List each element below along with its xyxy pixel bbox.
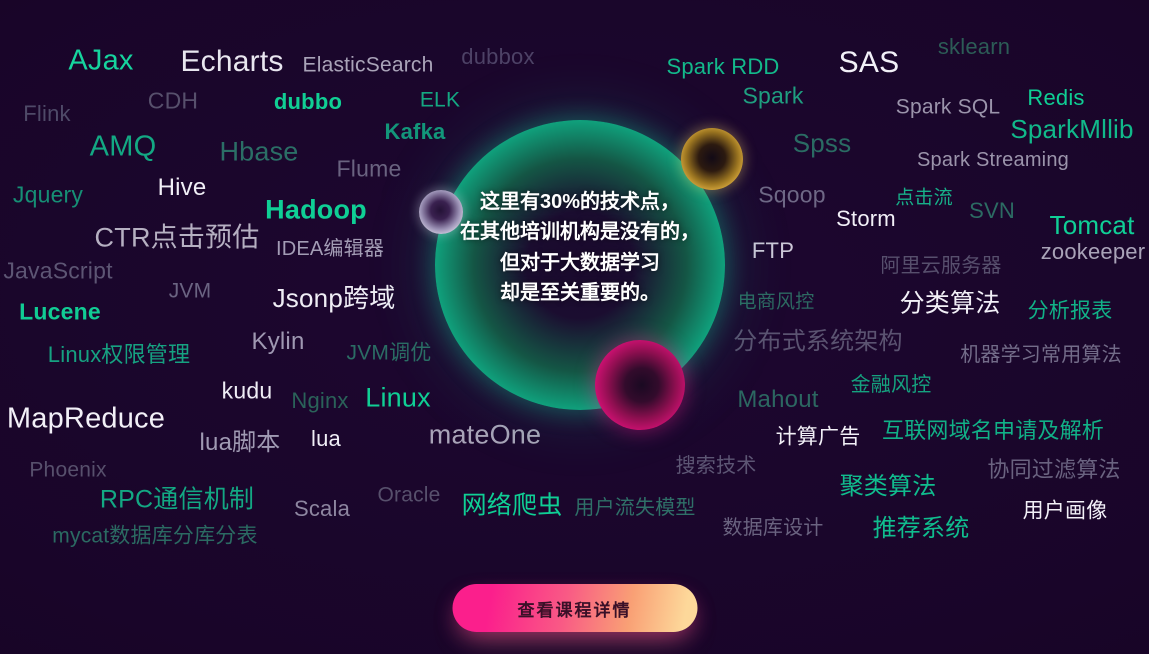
cloud-word[interactable]: IDEA编辑器	[276, 239, 384, 259]
cloud-word[interactable]: 点击流	[895, 189, 953, 208]
bubble-headline-line: 但对于大数据学习	[500, 252, 660, 274]
cloud-word[interactable]: 推荐系统	[873, 517, 970, 541]
cloud-word[interactable]: 金融风控	[851, 375, 932, 395]
cloud-word[interactable]: CTR点击预估	[95, 224, 260, 252]
cloud-word[interactable]: JavaScript	[3, 259, 112, 283]
cloud-word[interactable]: Spark RDD	[666, 56, 779, 78]
cloud-word[interactable]: Kylin	[251, 330, 304, 354]
bubble-headline-line: 在其他培训机构是没有的，	[460, 221, 700, 244]
cloud-word[interactable]: Flink	[23, 103, 70, 125]
cloud-word[interactable]: AMQ	[90, 132, 157, 162]
cloud-word[interactable]: Tomcat	[1049, 212, 1134, 238]
cta-container: 查看课程详情	[452, 584, 697, 632]
cloud-word[interactable]: Hive	[158, 176, 207, 200]
cloud-word[interactable]: dubbo	[274, 91, 342, 113]
cloud-word[interactable]: lua脚本	[199, 431, 280, 455]
cloud-word[interactable]: Linux权限管理	[48, 344, 190, 366]
cloud-word[interactable]: 互联网域名申请及解析	[882, 420, 1104, 442]
cloud-word[interactable]: SVN	[969, 200, 1015, 222]
view-course-detail-button[interactable]: 查看课程详情	[452, 584, 697, 632]
cloud-word[interactable]: dubbox	[461, 46, 534, 68]
bubble-headline-line: 却是至关重要的。	[500, 282, 660, 305]
cloud-word[interactable]: 用户画像	[1023, 501, 1108, 522]
cloud-word[interactable]: Linux	[365, 384, 431, 412]
cloud-word[interactable]: 分析报表	[1028, 301, 1113, 322]
skill-cloud-banner: AJax Echarts ElasticSearch dubbox Spark RDD S…	[0, 0, 1149, 654]
cloud-word[interactable]: Spark SQL	[896, 97, 1001, 118]
cloud-word[interactable]: Nginx	[291, 390, 348, 412]
cloud-word[interactable]: 分类算法	[900, 291, 1001, 317]
cloud-word[interactable]: Sqoop	[758, 183, 826, 207]
cloud-word[interactable]: kudu	[222, 379, 273, 403]
cloud-word[interactable]: Oracle	[377, 485, 440, 506]
cloud-word[interactable]: AJax	[68, 46, 133, 76]
cloud-word[interactable]: 搜索技术	[676, 456, 757, 476]
cloud-word[interactable]: FTP	[752, 240, 794, 262]
cloud-word[interactable]: SparkMllib	[1010, 116, 1133, 142]
bubble-headline-line: 这里有30%的技术点，	[479, 191, 681, 214]
cloud-word[interactable]: 计算广告	[776, 427, 861, 448]
cloud-word[interactable]: 协同过滤算法	[987, 459, 1120, 481]
cloud-word[interactable]: 电商风控	[738, 293, 815, 312]
cloud-word[interactable]: Mahout	[737, 388, 818, 412]
pink-bubble	[595, 340, 685, 430]
cloud-word[interactable]: 数据库设计	[723, 518, 824, 538]
cloud-word[interactable]: Spss	[793, 130, 852, 156]
bubble-headline: 这里有30%的技术点， 在其他培训机构是没有的， 但对于大数据学习 却是至关重要的。	[450, 187, 710, 309]
cloud-word[interactable]: JVM	[169, 281, 212, 302]
cloud-word[interactable]: ElasticSearch	[303, 55, 434, 76]
cloud-word[interactable]: mycat数据库分库分表	[52, 526, 257, 547]
cloud-word[interactable]: 分布式系统架构	[733, 330, 902, 354]
cloud-word[interactable]: mateOne	[429, 421, 541, 449]
cloud-word[interactable]: Spark	[742, 84, 803, 108]
cloud-word[interactable]: Flume	[337, 157, 402, 181]
cloud-word[interactable]: Jquery	[13, 183, 83, 207]
cloud-word[interactable]: zookeeper	[1041, 241, 1146, 263]
cloud-word[interactable]: 机器学习常用算法	[960, 345, 1122, 365]
cloud-word[interactable]: Scala	[294, 498, 350, 520]
cloud-word[interactable]: CDH	[148, 89, 198, 113]
cloud-word[interactable]: lua	[311, 428, 341, 450]
cloud-word[interactable]: Storm	[836, 208, 896, 230]
cloud-word[interactable]: SAS	[839, 48, 900, 78]
cloud-word[interactable]: Jsonp跨域	[273, 285, 396, 311]
cloud-word[interactable]: Spark Streaming	[917, 150, 1069, 170]
cloud-word[interactable]: Echarts	[180, 47, 283, 77]
cloud-word[interactable]: 聚类算法	[840, 475, 937, 499]
cloud-word[interactable]: JVM调优	[347, 343, 432, 364]
cloud-word[interactable]: 网络爬虫	[462, 493, 563, 519]
cloud-word[interactable]: Hadoop	[265, 196, 367, 224]
cloud-word[interactable]: ELK	[420, 90, 460, 111]
cloud-word[interactable]: Kafka	[385, 121, 446, 143]
cloud-word[interactable]: MapReduce	[7, 404, 165, 434]
cloud-word[interactable]: Lucene	[19, 300, 101, 324]
cloud-word[interactable]: Hbase	[219, 138, 298, 166]
cloud-word[interactable]: 阿里云服务器	[880, 256, 1001, 276]
orange-bubble	[681, 128, 743, 190]
cloud-word[interactable]: sklearn	[938, 36, 1010, 58]
cloud-word[interactable]: RPC通信机制	[100, 487, 254, 513]
cloud-word[interactable]: Phoenix	[29, 460, 106, 481]
cloud-word[interactable]: Redis	[1027, 87, 1084, 109]
cloud-word[interactable]: 用户流失模型	[574, 498, 695, 518]
